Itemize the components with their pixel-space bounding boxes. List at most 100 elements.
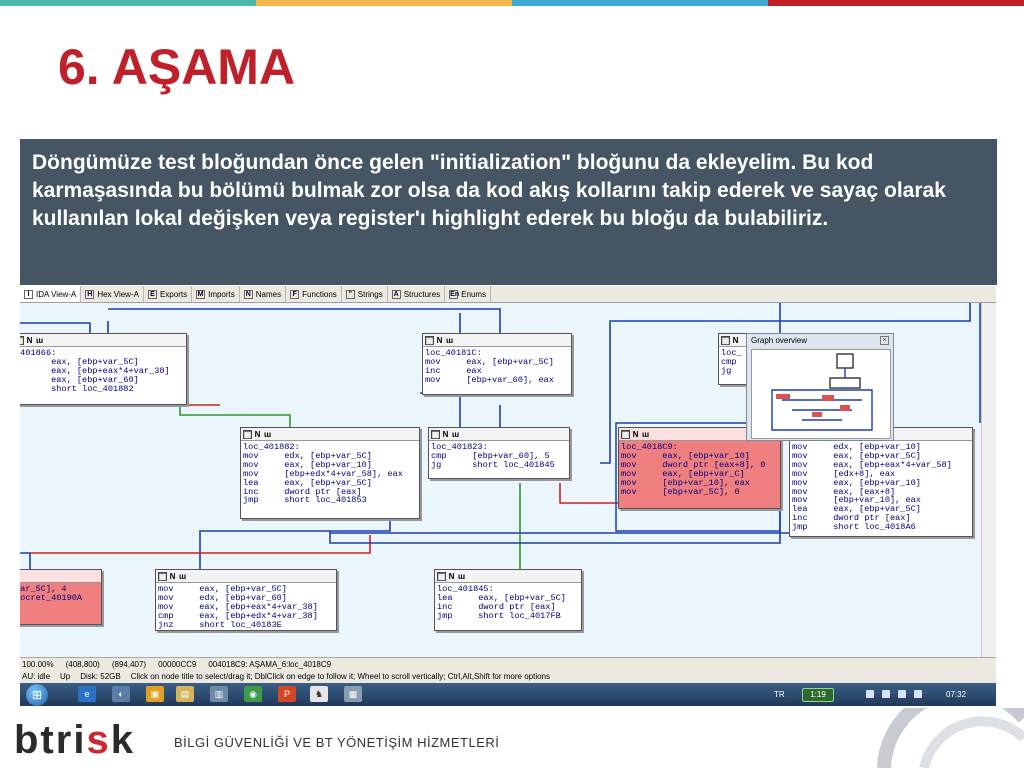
color-icon: ▦ xyxy=(621,429,630,439)
rename-icon: N xyxy=(254,429,261,439)
disk-space: Disk: 52GB xyxy=(80,672,121,681)
exports-icon: E xyxy=(147,289,157,299)
graph-edge xyxy=(20,322,91,333)
asm-line: jnz short loc_40183E xyxy=(158,619,282,630)
code-block-header[interactable]: ▦Nɯ xyxy=(435,570,581,583)
functions-icon: F xyxy=(290,289,300,299)
vertical-scrollbar[interactable] xyxy=(981,303,996,657)
tab-label: Strings xyxy=(357,289,383,299)
minimap-graph xyxy=(771,353,873,431)
rename-icon: N xyxy=(632,429,639,439)
asm-line: p short loc_401882 xyxy=(20,383,134,394)
asm-line: mov [ebp+var_60], eax xyxy=(425,374,554,385)
chrome-icon[interactable]: ◉ xyxy=(244,686,262,702)
asm-line: jg short loc_401845 xyxy=(431,459,555,470)
powerpoint-icon[interactable]: P xyxy=(278,686,296,702)
asm-line: jmp short loc_401853 xyxy=(243,495,367,506)
graph-overview-title: Graph overview xyxy=(751,336,808,345)
tab-label: Structures xyxy=(403,289,441,299)
color-icon: ▦ xyxy=(243,429,252,439)
tray-icon[interactable] xyxy=(898,690,906,698)
color-icon: ▦ xyxy=(721,335,730,345)
code-block[interactable]: ▦Nɯ _401866:v eax, [ebp+var_5C]v eax, [e… xyxy=(20,333,187,405)
code-block[interactable]: ▦ Nɯ loc_401823: cmp [ebp+var_60], 5 jg sho… xyxy=(428,427,570,479)
tab-names[interactable]: N Names xyxy=(240,286,287,302)
graph-overview-panel[interactable]: Graph overview × xyxy=(746,333,894,441)
enums-icon: En xyxy=(449,289,460,299)
code-block-header[interactable]: ▦ N xyxy=(719,334,747,347)
tab-imports[interactable]: M Imports xyxy=(192,286,240,302)
code-block[interactable]: ▦ Nɯ loc_40181C: mov eax, [ebp+var_5C] inc … xyxy=(422,333,572,395)
app-icon[interactable]: ▦ xyxy=(344,686,362,702)
collapse-icon: ɯ xyxy=(641,429,650,439)
tab-hex-view[interactable]: H Hex View-A xyxy=(81,286,144,302)
rename-icon: N xyxy=(442,429,449,439)
zoom-level: 100.00% xyxy=(22,660,54,669)
decorative-arcs xyxy=(877,708,1024,768)
rename-icon: N xyxy=(448,571,455,581)
tray-icon[interactable] xyxy=(866,690,874,698)
battery-indicator[interactable]: 1:19 xyxy=(802,688,834,702)
code-block-header[interactable]: ▦Nɯ xyxy=(429,428,569,441)
btrisk-logo: btrisk xyxy=(14,720,135,760)
code-block-header[interactable]: ▦Nɯ xyxy=(20,334,186,347)
code-block[interactable]: ▦Nɯ mov edx, [ebp+var_10]mov eax, [ebp+v… xyxy=(789,427,973,537)
structures-icon: A xyxy=(391,289,401,299)
explanation-text: Döngümüze test bloğundan önce gelen "ini… xyxy=(32,151,946,230)
tab-label: Names xyxy=(255,289,282,299)
tab-label: IDA View-A xyxy=(36,289,77,299)
asm-line: jmp short loc_4017FB xyxy=(437,610,561,621)
close-icon[interactable]: × xyxy=(880,336,889,345)
tab-exports[interactable]: E Exports xyxy=(144,286,193,302)
logo-part: s xyxy=(86,718,111,762)
language-indicator[interactable]: TR xyxy=(774,683,785,706)
code-block[interactable]: ▦ N loc_ cmp jg xyxy=(718,333,748,385)
code-block[interactable]: ▦ Nɯ mov eax, [ebp+var_5C] mov edx, [ebp+v… xyxy=(155,569,337,631)
tab-label: Functions xyxy=(302,289,337,299)
current-location: 004018C9: AŞAMA_6:loc_4018C9 xyxy=(208,660,332,669)
code-block-header[interactable]: ▦Nɯ xyxy=(241,428,419,441)
tab-strings[interactable]: " Strings xyxy=(342,286,388,302)
code-block-header[interactable]: ▦Nɯ xyxy=(423,334,571,347)
tab-ida-view[interactable]: I IDA View-A xyxy=(20,286,82,302)
graph-edge xyxy=(179,405,291,427)
graph-overview-minimap[interactable] xyxy=(751,349,891,439)
app-icon[interactable]: ▥ xyxy=(210,686,228,702)
ie-icon[interactable]: e xyxy=(78,686,96,702)
graph-view-canvas[interactable]: ▦Nɯ _401866:v eax, [ebp+var_5C]v eax, [e… xyxy=(20,303,996,657)
color-icon: ▦ xyxy=(425,335,434,345)
rename-icon: N xyxy=(436,335,443,345)
tab-structures[interactable]: A Structures xyxy=(388,286,446,302)
hint-message: Click on node title to select/drag it; D… xyxy=(130,672,550,681)
top-bar-segment xyxy=(512,0,768,6)
start-button[interactable]: ⊞ xyxy=(26,684,48,706)
clock[interactable]: 07:32 xyxy=(946,683,966,706)
file-offset: 00000CC9 xyxy=(158,660,197,669)
logo-part: k xyxy=(110,718,135,762)
volume-icon[interactable] xyxy=(914,690,922,698)
top-bar-segment xyxy=(256,0,512,6)
tab-label: Enums xyxy=(461,289,487,299)
code-block-header[interactable]: ▦Nɯ xyxy=(156,570,336,583)
collapse-icon: ɯ xyxy=(451,429,460,439)
rename-icon: N xyxy=(169,571,176,581)
tab-functions[interactable]: F Functions xyxy=(286,286,342,302)
explorer-icon[interactable]: ▤ xyxy=(176,686,194,702)
code-block-header[interactable] xyxy=(20,570,101,583)
code-block[interactable]: ▦ Nɯ loc_401882: mov edx, [ebp+var_5C] mov … xyxy=(240,427,420,519)
graph-edge xyxy=(108,308,501,333)
rename-icon: N xyxy=(732,335,739,345)
top-bar-segment xyxy=(0,0,256,6)
ida-taskbar-icon[interactable]: ♞ xyxy=(310,686,328,702)
code-block-highlighted[interactable]: var_5C], 4 locret_40190A xyxy=(20,569,102,625)
color-icon: ▦ xyxy=(20,335,24,345)
code-block[interactable]: ▦ Nɯ loc_401845: lea eax, [ebp+var_5C] inc … xyxy=(434,569,582,631)
tab-enums[interactable]: En Enums xyxy=(445,286,492,302)
collapse-icon: ɯ xyxy=(178,571,187,581)
app-icon[interactable]: ◐ xyxy=(112,686,130,702)
ida-view-icon: I xyxy=(24,289,33,299)
app-icon[interactable]: ▣ xyxy=(146,686,164,702)
asm-line: jg xyxy=(721,365,732,376)
tray-icon[interactable] xyxy=(882,690,890,698)
asm-line: locret_40190A xyxy=(20,592,83,603)
